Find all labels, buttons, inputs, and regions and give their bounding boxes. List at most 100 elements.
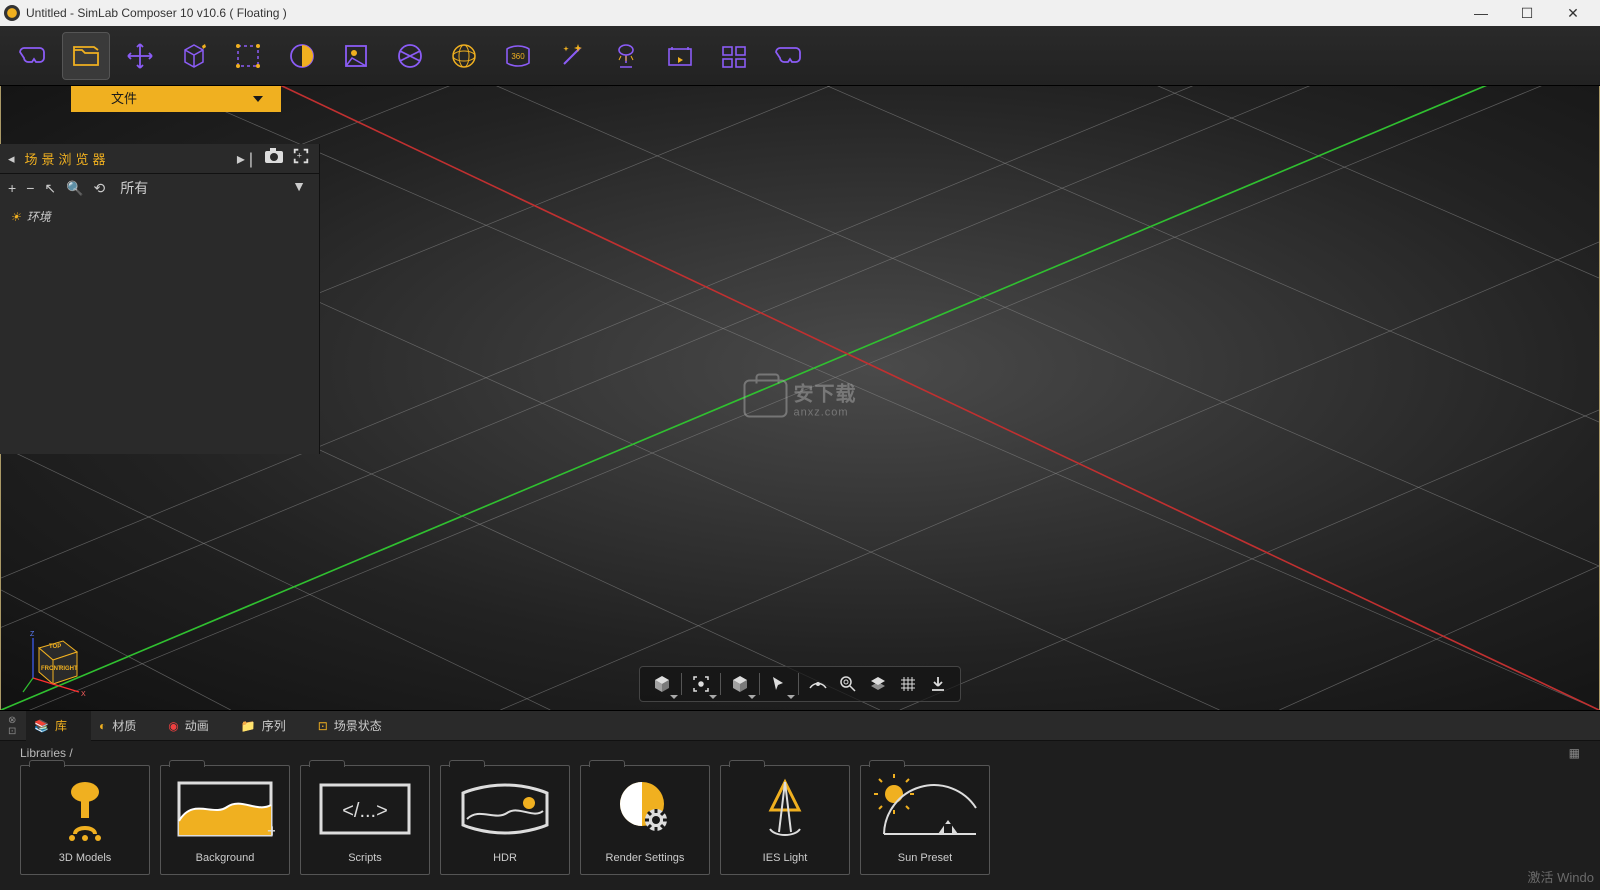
card-caption: IES Light	[721, 852, 849, 874]
tree-item-label: 环境	[27, 208, 51, 225]
chevron-down-icon	[253, 96, 263, 102]
vr-goggles-outline-icon[interactable]	[764, 32, 812, 80]
panel-title: 场景浏览器	[25, 149, 110, 168]
tab-label: 库	[55, 717, 67, 734]
vr-goggles-icon[interactable]	[8, 32, 56, 80]
tab-animation[interactable]: ◉ 动画	[160, 711, 233, 741]
filter-label: 所有	[120, 178, 148, 198]
nav-cube[interactable]: TOP FRONT RIGHT X Z	[19, 626, 89, 696]
lib-card-ies-light[interactable]: IES Light	[720, 765, 850, 875]
move-icon[interactable]	[116, 32, 164, 80]
lib-card-hdr[interactable]: HDR	[440, 765, 570, 875]
geometry-icon[interactable]	[170, 32, 218, 80]
vp-zoom-icon[interactable]	[834, 670, 862, 698]
card-caption: Scripts	[301, 852, 429, 874]
scene-browser-panel: ◂ 场景浏览器 ▸| + + − ↖ 🔍 ⟲ 所有 ▼ ☀ 环境	[0, 144, 320, 454]
record-icon: ◉	[168, 719, 178, 733]
remove-icon[interactable]: −	[26, 180, 34, 196]
tab-material[interactable]: ◐材质	[91, 711, 160, 741]
tree-item-environment[interactable]: ☀ 环境	[10, 208, 309, 225]
lib-card-sun-preset[interactable]: Sun Preset	[860, 765, 990, 875]
tab-sequence[interactable]: 📁序列	[233, 711, 310, 741]
svg-text:Z: Z	[30, 631, 35, 638]
vp-layers-icon[interactable]	[864, 670, 892, 698]
texture-icon[interactable]	[332, 32, 380, 80]
refresh-icon[interactable]: ⟲	[94, 180, 106, 197]
breadcrumb-path[interactable]: Libraries /	[20, 746, 73, 760]
sun-icon: ☀	[10, 210, 21, 224]
search-icon[interactable]: 🔍	[66, 180, 83, 197]
title-bar: Untitled - SimLab Composer 10 v10.6 ( Fl…	[0, 0, 1600, 26]
material-icon: ◐	[99, 719, 106, 733]
library-grid: 3D Models + Background </...> Scripts HD…	[0, 765, 1600, 875]
svg-text:TOP: TOP	[49, 644, 61, 650]
svg-text:X: X	[81, 691, 86, 696]
grid-layout-icon[interactable]	[710, 32, 758, 80]
vp-cube2-icon[interactable]	[726, 670, 754, 698]
app-icon	[4, 5, 20, 21]
lib-card-render-settings[interactable]: Render Settings	[580, 765, 710, 875]
edit-icon[interactable]: ↖	[44, 180, 56, 197]
watermark-sub: anxz.com	[794, 407, 857, 419]
panorama-360-icon[interactable]: 360	[494, 32, 542, 80]
card-caption: Render Settings	[581, 852, 709, 874]
svg-text:+: +	[297, 151, 306, 161]
bottom-tabs: ⊗⊡ 📚库 ◐材质 ◉动画 📁序列 ⊡场景状态	[0, 711, 1600, 741]
vp-pointer-icon[interactable]	[765, 670, 793, 698]
activate-line1: 激活 Windo	[1528, 870, 1594, 886]
file-tab[interactable]: 文件	[71, 86, 281, 112]
minimize-button[interactable]: —	[1458, 0, 1504, 26]
panel-drag-handle[interactable]: ⊗⊡	[8, 715, 26, 737]
fullscreen-target-icon[interactable]: +	[291, 147, 311, 170]
selection-icon[interactable]	[224, 32, 272, 80]
uv-icon[interactable]	[386, 32, 434, 80]
chevron-down-icon: ▼	[292, 178, 306, 198]
svg-text:RIGHT: RIGHT	[59, 666, 78, 672]
tab-scene-state[interactable]: ⊡场景状态	[310, 711, 406, 741]
card-caption: Sun Preset	[861, 852, 989, 874]
vp-cube-icon[interactable]	[648, 670, 676, 698]
globe-icon[interactable]	[440, 32, 488, 80]
svg-text:+: +	[267, 821, 275, 839]
main-area: 安下载 anxz.com TOP FRONT RIGHT X Z	[0, 86, 1600, 710]
timeline-icon[interactable]	[656, 32, 704, 80]
tab-library[interactable]: 📚库	[26, 711, 91, 741]
camera-icon	[744, 379, 788, 417]
card-caption: HDR	[441, 852, 569, 874]
windows-activation-text: 激活 Windo	[1528, 870, 1594, 886]
lib-card-scripts[interactable]: </...> Scripts	[300, 765, 430, 875]
vp-surface-icon[interactable]	[804, 670, 832, 698]
vp-download-icon[interactable]	[924, 670, 952, 698]
watermark: 安下载 anxz.com	[744, 378, 857, 419]
close-button[interactable]: ✕	[1550, 0, 1596, 26]
vp-frame-icon[interactable]	[687, 670, 715, 698]
material-icon[interactable]	[278, 32, 326, 80]
window-title: Untitled - SimLab Composer 10 v10.6 ( Fl…	[26, 6, 1458, 20]
viewport-toolbar	[639, 666, 961, 702]
camera-snapshot-icon[interactable]	[263, 147, 285, 170]
caret-left-icon[interactable]: ◂	[8, 151, 19, 167]
watermark-text: 安下载	[794, 378, 857, 407]
main-toolbar: 360	[0, 26, 1600, 86]
tab-label: 序列	[262, 717, 286, 734]
lib-card-3dmodels[interactable]: 3D Models	[20, 765, 150, 875]
panel-toolbar: + − ↖ 🔍 ⟲ 所有 ▼	[0, 174, 319, 202]
grid-view-icon[interactable]: ▦	[1569, 746, 1580, 760]
tab-label: 动画	[185, 717, 209, 734]
file-tab-label: 文件	[111, 86, 137, 112]
wand-icon[interactable]	[548, 32, 596, 80]
file-icon[interactable]	[62, 32, 110, 80]
svg-text:</...>: </...>	[342, 800, 388, 822]
panel-header: ◂ 场景浏览器 ▸| +	[0, 144, 319, 174]
maximize-button[interactable]: ☐	[1504, 0, 1550, 26]
add-icon[interactable]: +	[8, 180, 16, 196]
breadcrumb: Libraries / ▦	[0, 741, 1600, 765]
lamp-icon[interactable]	[602, 32, 650, 80]
svg-text:360: 360	[511, 52, 525, 61]
lib-card-background[interactable]: + Background	[160, 765, 290, 875]
filter-dropdown[interactable]: 所有 ▼	[115, 177, 311, 199]
library-icon: 📚	[34, 719, 49, 733]
bottom-panel: ⊗⊡ 📚库 ◐材质 ◉动画 📁序列 ⊡场景状态 Libraries / ▦ 3D…	[0, 710, 1600, 890]
vp-grid-icon[interactable]	[894, 670, 922, 698]
collapse-panel-icon[interactable]: ▸|	[237, 149, 257, 169]
